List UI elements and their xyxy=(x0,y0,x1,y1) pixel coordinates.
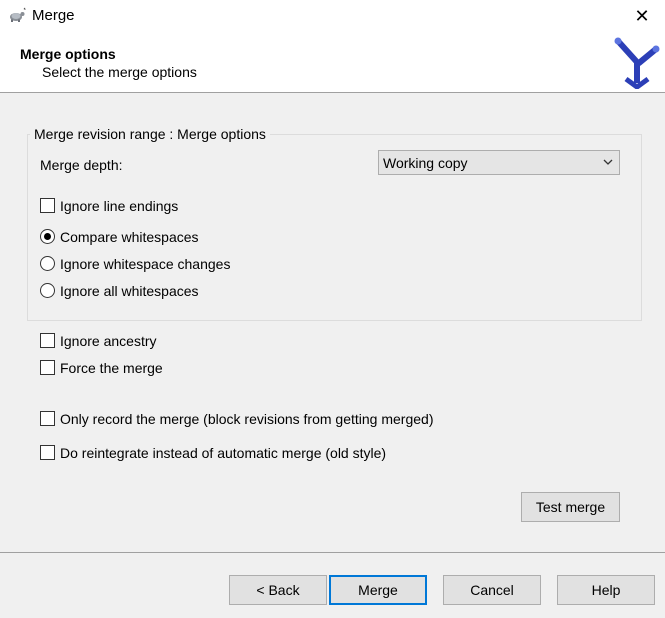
merge-depth-value: Working copy xyxy=(383,155,468,171)
ignore-all-whitespaces-radio[interactable] xyxy=(40,283,55,298)
ignore-whitespace-changes-label[interactable]: Ignore whitespace changes xyxy=(60,256,230,272)
merge-button[interactable]: Merge xyxy=(329,575,427,605)
footer-divider xyxy=(0,552,665,553)
ignore-all-whitespaces-label[interactable]: Ignore all whitespaces xyxy=(60,283,199,299)
test-merge-button[interactable]: Test merge xyxy=(521,492,620,522)
wizard-header: Merge options Select the merge options xyxy=(0,32,665,93)
title-bar: Merge ✕ xyxy=(0,0,665,32)
group-legend: Merge revision range : Merge options xyxy=(30,126,270,142)
ignore-line-endings-label[interactable]: Ignore line endings xyxy=(60,198,178,214)
only-record-label[interactable]: Only record the merge (block revisions f… xyxy=(60,411,433,427)
merge-depth-label: Merge depth: xyxy=(40,157,123,173)
chevron-down-icon xyxy=(603,159,613,165)
close-button[interactable]: ✕ xyxy=(619,0,665,32)
compare-whitespaces-radio[interactable] xyxy=(40,229,55,244)
merge-logo-icon xyxy=(614,37,660,89)
ignore-line-endings-checkbox[interactable] xyxy=(40,198,55,213)
ignore-ancestry-checkbox[interactable] xyxy=(40,333,55,348)
merge-depth-select[interactable]: Working copy xyxy=(378,150,620,175)
cancel-button[interactable]: Cancel xyxy=(443,575,541,605)
force-merge-checkbox[interactable] xyxy=(40,360,55,375)
reintegrate-checkbox[interactable] xyxy=(40,445,55,460)
window-title: Merge xyxy=(32,7,75,24)
reintegrate-label[interactable]: Do reintegrate instead of automatic merg… xyxy=(60,445,386,461)
help-button[interactable]: Help xyxy=(557,575,655,605)
ignore-whitespace-changes-radio[interactable] xyxy=(40,256,55,271)
close-icon: ✕ xyxy=(634,5,650,27)
page-subtitle: Select the merge options xyxy=(42,64,197,80)
back-button[interactable]: < Back xyxy=(229,575,327,605)
compare-whitespaces-label[interactable]: Compare whitespaces xyxy=(60,229,199,245)
page-title: Merge options xyxy=(20,46,116,62)
only-record-checkbox[interactable] xyxy=(40,411,55,426)
ignore-ancestry-label[interactable]: Ignore ancestry xyxy=(60,333,157,349)
force-merge-label[interactable]: Force the merge xyxy=(60,360,163,376)
tortoise-icon xyxy=(8,7,26,23)
